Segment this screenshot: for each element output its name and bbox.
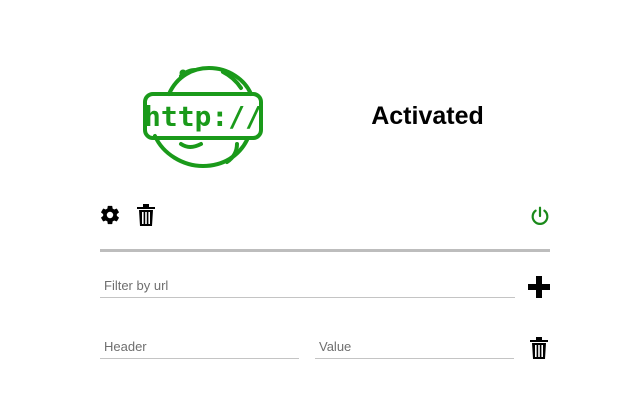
power-toggle-button[interactable]: [528, 204, 552, 228]
trash-icon: [530, 337, 548, 359]
add-filter-button[interactable]: [527, 275, 551, 299]
header-value-input[interactable]: [315, 335, 514, 359]
plus-icon: [528, 276, 550, 298]
gear-icon: [101, 205, 119, 225]
http-globe-logo: http://: [141, 64, 265, 170]
app-container: http:// Activated: [0, 0, 640, 400]
header-name-input[interactable]: [100, 335, 299, 359]
trash-icon: [137, 204, 155, 226]
delete-header-button[interactable]: [529, 336, 549, 360]
section-divider: [100, 249, 550, 252]
logo-text: http://: [144, 100, 262, 133]
settings-button[interactable]: [99, 204, 121, 226]
delete-all-button[interactable]: [136, 204, 156, 226]
power-icon: [531, 206, 549, 225]
filter-url-input[interactable]: [100, 274, 515, 298]
status-title: Activated: [371, 102, 484, 130]
